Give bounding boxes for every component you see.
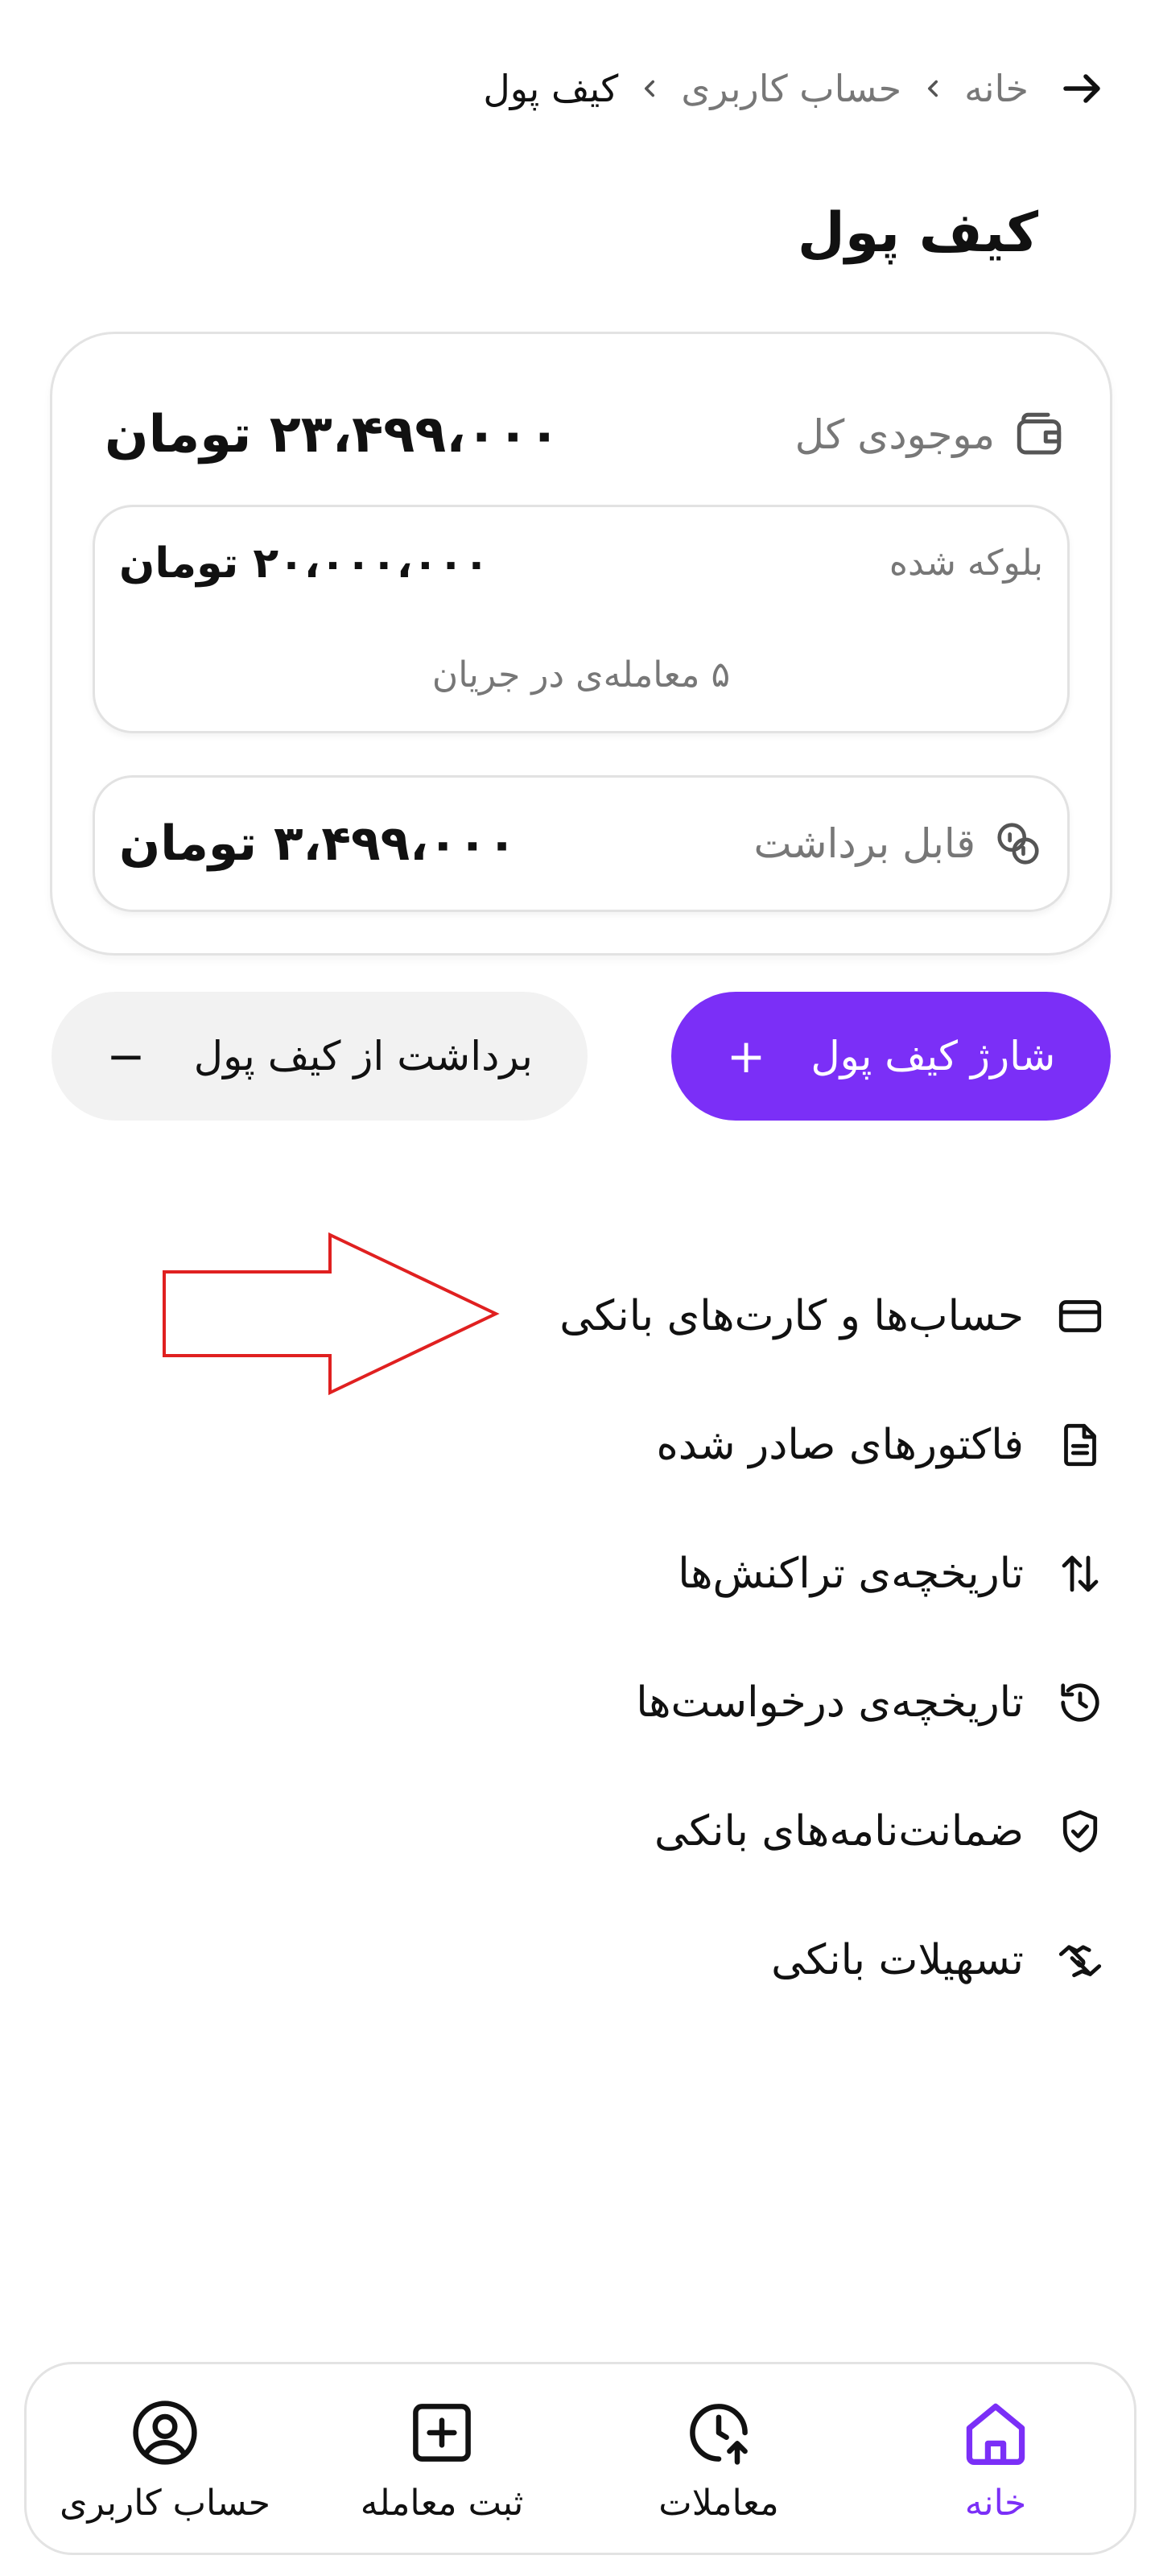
total-balance-label: موجودی کل <box>794 411 995 458</box>
menu-item-bank-guarantees[interactable]: ضمانت‌نامه‌های بانکی <box>654 1787 1106 1876</box>
coins-icon <box>997 823 1039 865</box>
ongoing-deals-count: ۵ معامله‌ی در جریان <box>431 654 731 696</box>
top-bar: خانه حساب کاربری کیف پول <box>48 48 1111 129</box>
swap-arrows-icon <box>1054 1548 1106 1600</box>
withdrawable-balance-label: قابل برداشت <box>753 820 975 867</box>
menu-item-invoices[interactable]: فاکتورهای صادر شده <box>656 1401 1106 1489</box>
minus-icon: − <box>106 1029 146 1084</box>
total-balance-amount: ۲۳،۴۹۹،۰۰۰ تومان <box>105 405 560 464</box>
withdrawable-balance-amount: ۳،۴۹۹،۰۰۰ تومان <box>119 815 517 872</box>
menu-item-label: تسهیلات بانکی <box>771 1936 1024 1984</box>
nav-deals[interactable]: معاملات <box>598 2394 839 2524</box>
charge-wallet-button[interactable]: شارژ کیف پول + <box>671 992 1111 1121</box>
blocked-balance-box: بلوکه شده ۲۰،۰۰۰،۰۰۰ تومان ۵ معامله‌ی در… <box>93 505 1070 733</box>
menu-item-request-history[interactable]: تاریخچه‌ی درخواست‌ها <box>636 1658 1106 1747</box>
menu-item-bank-accounts[interactable]: حساب‌ها و کارت‌های بانکی <box>559 1272 1106 1360</box>
shield-check-icon <box>1054 1806 1106 1857</box>
history-icon <box>1054 1677 1106 1728</box>
credit-card-icon <box>1054 1290 1106 1342</box>
menu-item-label: حساب‌ها و کارت‌های بانکی <box>559 1292 1024 1340</box>
nav-new-deal-label: ثبت معامله <box>360 2482 524 2524</box>
page-title: کیف پول <box>797 201 1038 265</box>
withdraw-wallet-label: برداشت از کیف پول <box>193 1033 533 1080</box>
back-button[interactable] <box>1053 60 1111 118</box>
blocked-balance-amount: ۲۰،۰۰۰،۰۰۰ تومان <box>119 539 489 588</box>
total-balance-row: موجودی کل ۲۳،۴۹۹،۰۰۰ تومان <box>105 382 1066 487</box>
arrow-right-icon <box>1063 74 1100 103</box>
annotation-arrow-icon <box>163 1232 500 1396</box>
menu-item-label: فاکتورهای صادر شده <box>656 1421 1024 1469</box>
user-circle-icon <box>126 2394 204 2471</box>
breadcrumb-wallet: کیف پول <box>483 67 619 110</box>
menu-item-label: ضمانت‌نامه‌های بانکی <box>654 1807 1024 1856</box>
wallet-page: خانه حساب کاربری کیف پول کیف پول موجودی … <box>0 0 1159 2576</box>
menu-item-label: تاریخچه‌ی تراکنش‌ها <box>678 1550 1024 1598</box>
charge-wallet-label: شارژ کیف پول <box>810 1033 1056 1080</box>
menu-item-transaction-history[interactable]: تاریخچه‌ی تراکنش‌ها <box>678 1530 1106 1618</box>
nav-home-label: خانه <box>964 2482 1027 2524</box>
nav-deals-label: معاملات <box>658 2482 779 2524</box>
nav-account-label: حساب کاربری <box>60 2482 270 2524</box>
breadcrumb-home[interactable]: خانه <box>964 67 1029 110</box>
breadcrumb-account[interactable]: حساب کاربری <box>681 67 901 110</box>
bottom-navigation: خانه معاملات ثبت معامله حساب کاربری <box>24 2362 1136 2555</box>
handshake-icon <box>1054 1934 1106 1986</box>
menu-item-label: تاریخچه‌ی درخواست‌ها <box>636 1678 1024 1727</box>
wallet-balance-card: موجودی کل ۲۳،۴۹۹،۰۰۰ تومان بلوکه شده ۲۰،… <box>50 332 1112 956</box>
document-icon <box>1054 1419 1106 1471</box>
menu-item-bank-loans[interactable]: تسهیلات بانکی <box>771 1916 1106 2004</box>
add-square-icon <box>403 2394 481 2471</box>
home-icon <box>957 2394 1034 2471</box>
withdrawable-balance-box: قابل برداشت ۳،۴۹۹،۰۰۰ تومان <box>93 775 1070 912</box>
withdraw-wallet-button[interactable]: برداشت از کیف پول − <box>52 992 588 1121</box>
chevron-left-icon <box>919 75 947 102</box>
nav-home[interactable]: خانه <box>875 2394 1116 2524</box>
blocked-balance-label: بلوکه شده <box>889 543 1043 584</box>
wallet-icon <box>1017 412 1062 455</box>
chevron-left-icon <box>636 75 663 102</box>
plus-icon: + <box>726 1029 766 1084</box>
nav-new-deal[interactable]: ثبت معامله <box>321 2394 563 2524</box>
nav-account[interactable]: حساب کاربری <box>44 2394 286 2524</box>
clock-upload-icon <box>680 2394 757 2471</box>
breadcrumb: خانه حساب کاربری کیف پول <box>483 67 1029 110</box>
